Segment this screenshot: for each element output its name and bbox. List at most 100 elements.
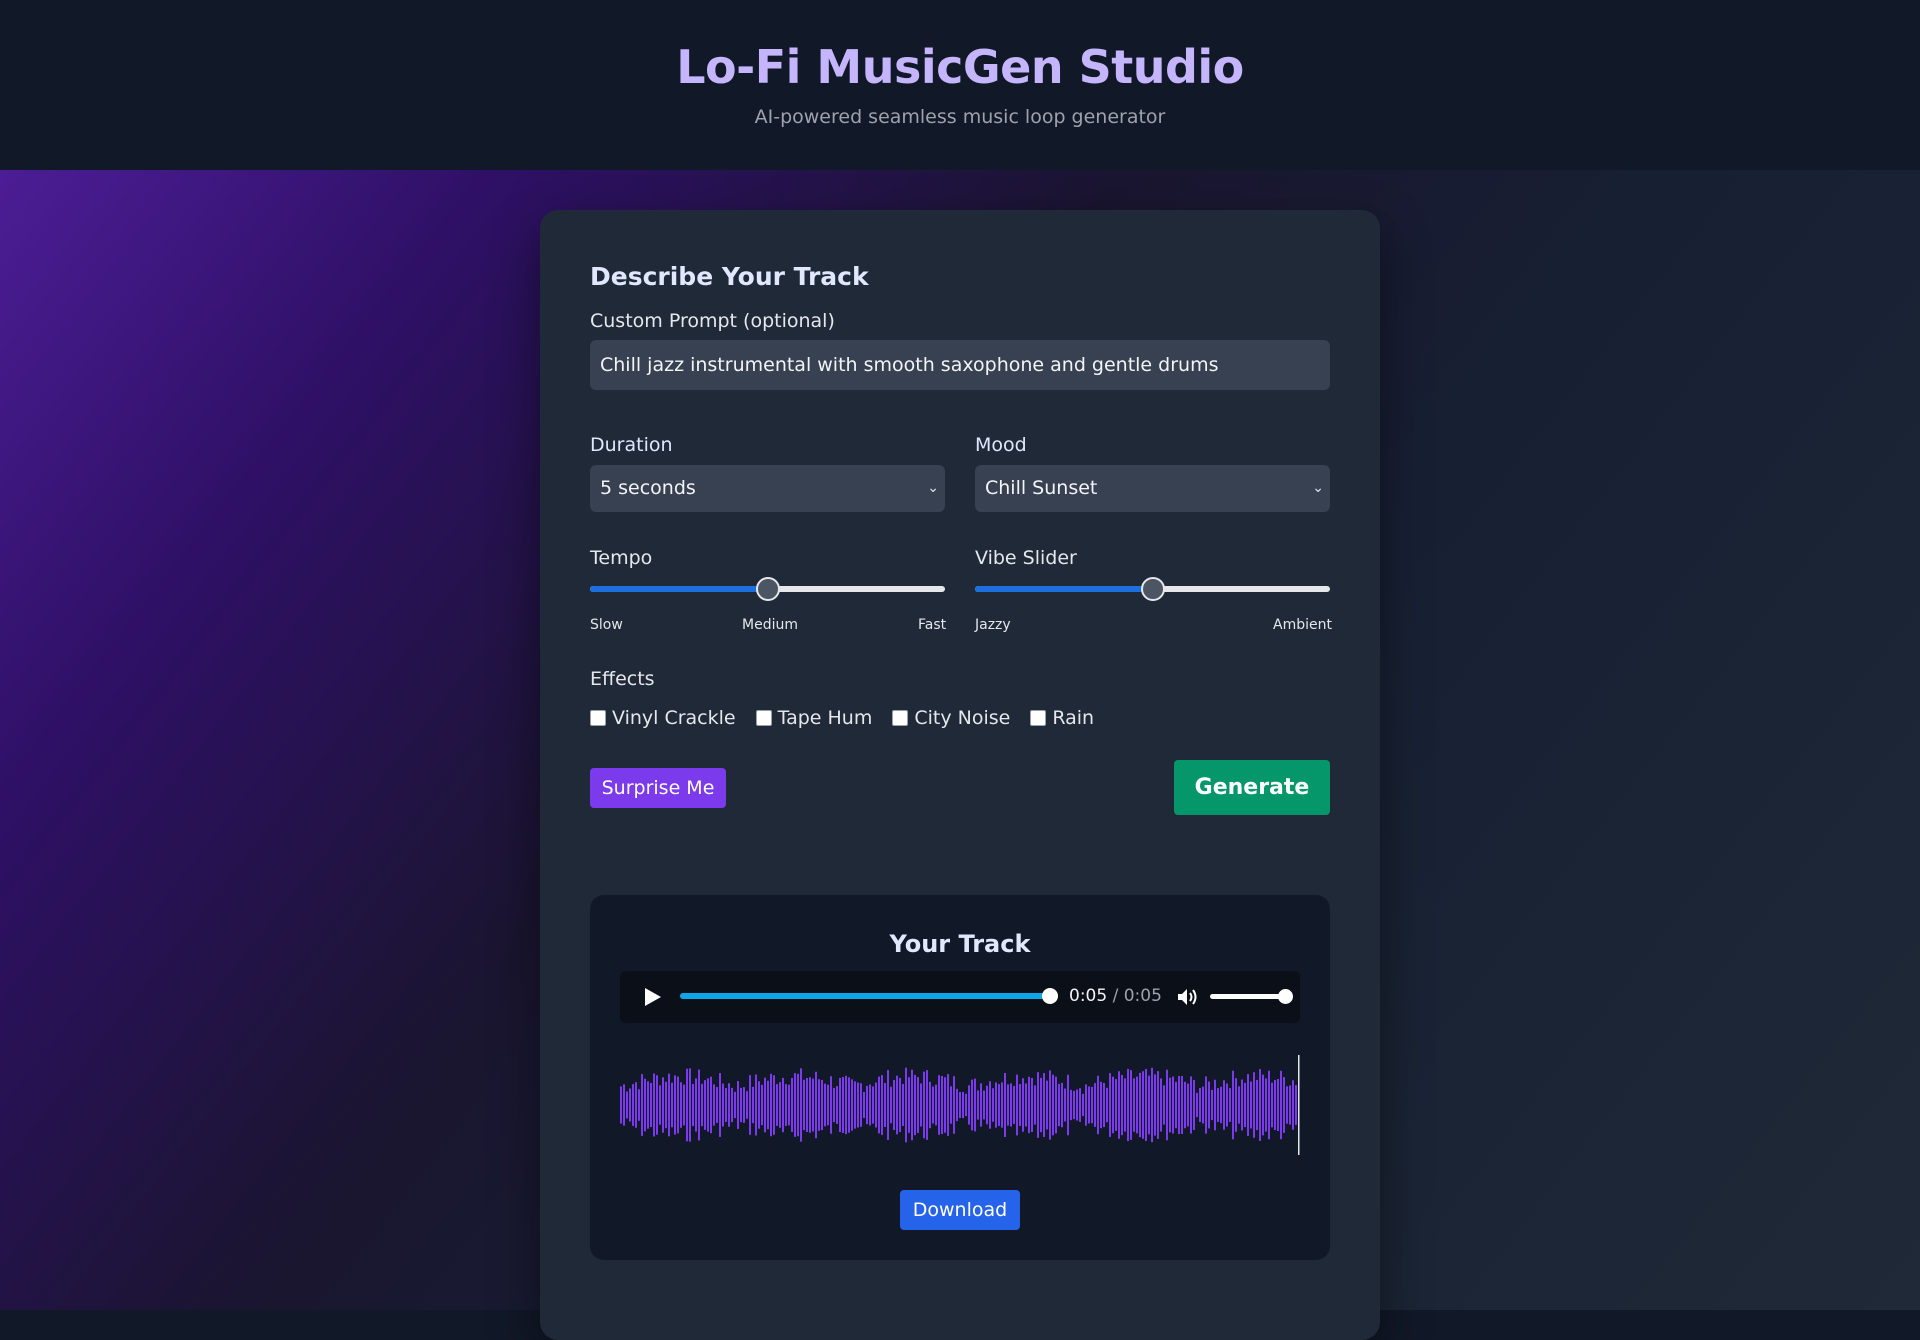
waveform-bar	[983, 1090, 985, 1120]
checkbox[interactable]	[755, 710, 772, 726]
waveform-bar	[1010, 1083, 1012, 1127]
waveform-bar	[887, 1070, 889, 1140]
waveform-bar	[1160, 1078, 1162, 1132]
waveform-bar	[785, 1084, 787, 1126]
waveform-bar	[1259, 1069, 1261, 1141]
waveform-bar	[1268, 1070, 1270, 1140]
waveform-bar	[932, 1086, 934, 1124]
effect-vinyl-crackle[interactable]: Vinyl Crackle	[590, 707, 736, 729]
waveform-bar	[653, 1073, 655, 1137]
checkbox[interactable]	[590, 710, 606, 726]
waveform-bar	[1124, 1078, 1126, 1132]
waveform-bar	[836, 1086, 838, 1124]
effect-label: Rain	[1052, 707, 1095, 729]
prompt-input[interactable]: Chill jazz instrumental with smooth saxo…	[590, 340, 1330, 390]
waveform-bar	[974, 1078, 976, 1132]
checkbox[interactable]	[1030, 710, 1047, 726]
waveform-bar	[818, 1079, 820, 1131]
waveform-bar	[920, 1083, 922, 1127]
section-title: Describe Your Track	[590, 262, 869, 291]
duration-select[interactable]: 5 seconds ⌄	[590, 465, 945, 512]
waveform-bar	[1091, 1086, 1093, 1124]
waveform-bar	[830, 1076, 832, 1134]
checkbox[interactable]	[892, 710, 909, 726]
waveform-bar	[896, 1075, 898, 1135]
waveform-bar	[1079, 1088, 1081, 1122]
waveform[interactable]	[620, 1055, 1300, 1155]
waveform-bar	[1166, 1069, 1168, 1141]
waveform-bar	[1037, 1072, 1039, 1138]
waveform-bar	[746, 1091, 748, 1119]
waveform-bar	[893, 1080, 895, 1130]
waveform-bar	[782, 1077, 784, 1133]
waveform-bar	[1004, 1072, 1006, 1138]
waveform-bar	[1262, 1074, 1264, 1136]
waveform-bar	[689, 1068, 691, 1142]
effect-tape-hum[interactable]: Tape Hum	[755, 707, 872, 729]
waveform-bar	[953, 1076, 955, 1134]
progress-bar[interactable]	[680, 988, 1058, 1004]
mood-select[interactable]: Chill Sunset ⌄	[975, 465, 1330, 512]
slider-thumb[interactable]	[755, 577, 780, 601]
effect-rain[interactable]: Rain	[1030, 707, 1094, 729]
waveform-bar	[1151, 1067, 1153, 1143]
download-button[interactable]: Download	[900, 1190, 1020, 1230]
waveform-bar	[1283, 1077, 1285, 1133]
waveform-bar	[713, 1084, 715, 1126]
volume-knob[interactable]	[1278, 989, 1293, 1004]
waveform-bar	[686, 1068, 688, 1142]
waveform-bar	[629, 1088, 631, 1122]
waveform-bar	[644, 1078, 646, 1132]
slider-thumb[interactable]	[1140, 577, 1165, 601]
waveform-bar	[944, 1077, 946, 1133]
waveform-bar	[1043, 1073, 1045, 1137]
waveform-bar	[1208, 1081, 1210, 1129]
waveform-bar	[1040, 1077, 1042, 1133]
waveform-bar	[935, 1084, 937, 1126]
waveform-bar	[1001, 1082, 1003, 1128]
play-icon[interactable]	[645, 988, 661, 1006]
mood-label: Mood	[975, 434, 1027, 456]
waveform-bar	[1241, 1079, 1243, 1131]
progress-knob[interactable]	[1042, 988, 1058, 1004]
mood-value: Chill Sunset	[985, 477, 1098, 499]
effect-city-noise[interactable]: City Noise	[892, 707, 1010, 729]
waveform-bar	[722, 1083, 724, 1127]
waveform-bar	[1049, 1070, 1051, 1140]
track-title: Your Track	[889, 930, 1031, 958]
tempo-slider[interactable]	[590, 574, 945, 604]
generate-button[interactable]: Generate	[1174, 760, 1330, 815]
track-panel: Your Track 0:05 / 0:05 Download	[590, 895, 1330, 1260]
waveform-bar	[1022, 1078, 1024, 1132]
effects-group: Vinyl Crackle Tape Hum City Noise Rain	[590, 704, 1114, 732]
surprise-me-button[interactable]: Surprise Me	[590, 768, 726, 808]
waveform-bar	[926, 1070, 928, 1140]
waveform-bar	[881, 1075, 883, 1135]
waveform-bar	[626, 1091, 628, 1119]
waveform-bar	[1202, 1086, 1204, 1124]
vibe-slider[interactable]	[975, 574, 1330, 604]
waveform-bar	[851, 1079, 853, 1131]
waveform-bar	[671, 1082, 673, 1128]
waveform-bar	[719, 1073, 721, 1137]
waveform-bar	[1178, 1075, 1180, 1135]
waveform-bar	[1094, 1083, 1096, 1127]
waveform-bar	[773, 1075, 775, 1135]
waveform-bar	[1169, 1077, 1171, 1133]
waveform-bar	[1019, 1084, 1021, 1126]
waveform-bar	[623, 1084, 625, 1126]
volume-slider[interactable]	[1210, 989, 1293, 1004]
waveform-bar	[791, 1078, 793, 1132]
waveform-bar	[668, 1073, 670, 1137]
waveform-bar	[803, 1079, 805, 1131]
waveform-bar	[1271, 1082, 1273, 1128]
waveform-bar	[1088, 1086, 1090, 1124]
waveform-bar	[1199, 1087, 1201, 1123]
effects-label: Effects	[590, 668, 655, 690]
waveform-bar	[1238, 1086, 1240, 1124]
waveform-bar	[704, 1080, 706, 1130]
volume-icon[interactable]	[1176, 987, 1198, 1007]
waveform-bar	[1058, 1083, 1060, 1127]
generator-card: Describe Your Track Custom Prompt (optio…	[540, 210, 1380, 1340]
waveform-bar	[959, 1091, 961, 1119]
